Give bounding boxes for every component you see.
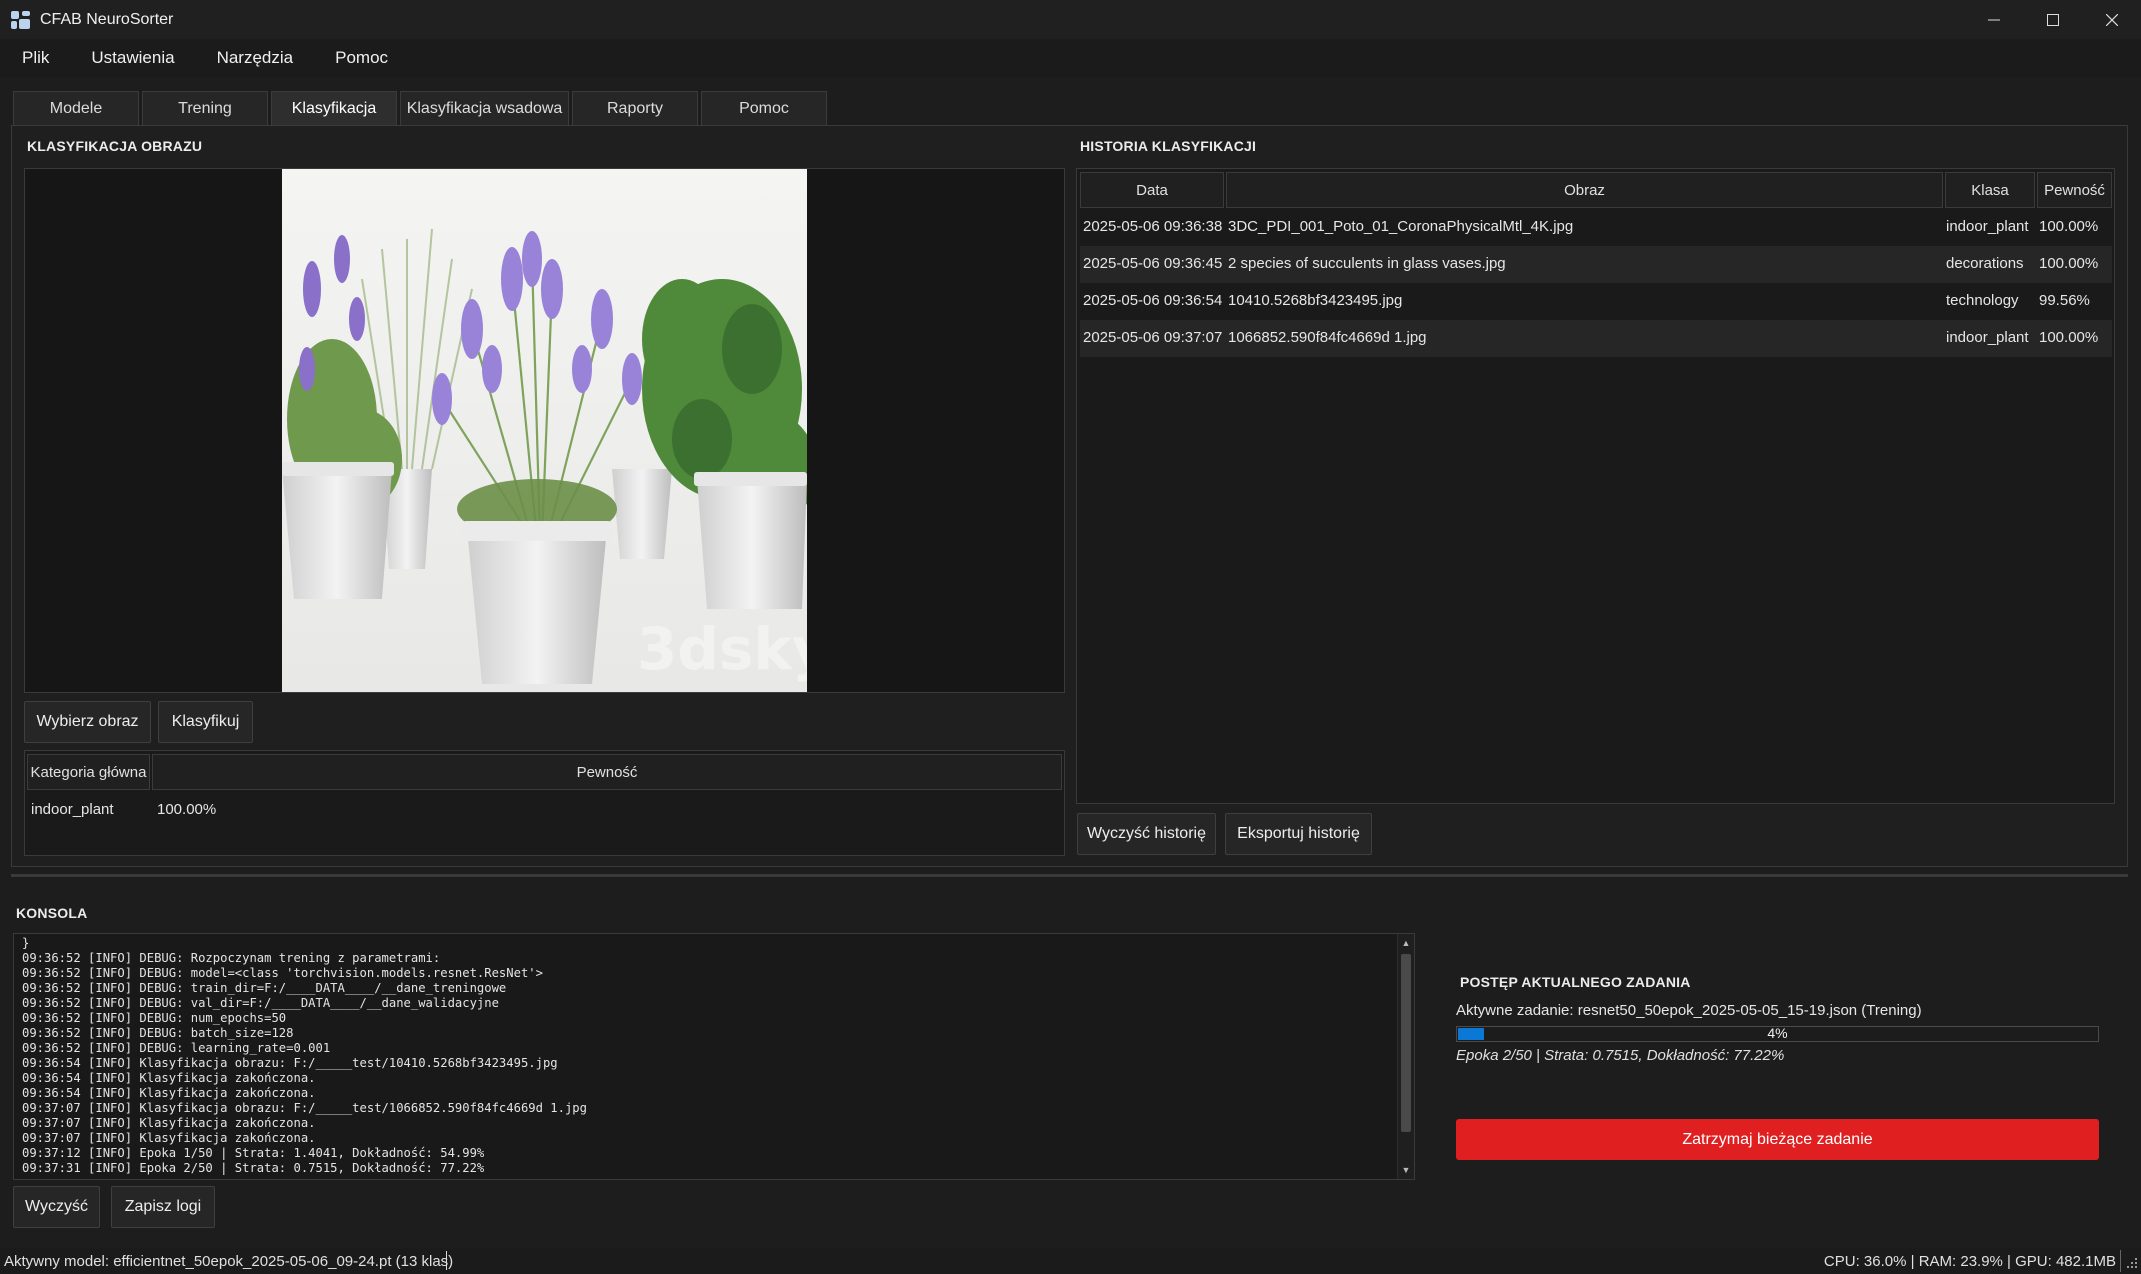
- history-confidence: 100.00%: [2039, 218, 2099, 235]
- active-task-label: Aktywne zadanie: resnet50_50epok_2025-05…: [1456, 1002, 1922, 1019]
- resize-grip-icon[interactable]: [2125, 1256, 2139, 1270]
- tab-help[interactable]: Pomoc: [701, 91, 827, 125]
- app-logo-icon: [10, 9, 32, 31]
- title-bar: CFAB NeuroSorter: [0, 0, 2141, 39]
- task-progress-bar: 4%: [1456, 1025, 2099, 1042]
- history-date: 2025-05-06 09:36:38: [1083, 218, 1223, 235]
- scroll-thumb[interactable]: [1401, 954, 1411, 1132]
- history-row[interactable]: 2025-05-06 09:36:38 3DC_PDI_001_Poto_01_…: [1080, 209, 2112, 246]
- history-image: 3DC_PDI_001_Poto_01_CoronaPhysicalMtl_4K…: [1228, 218, 1574, 235]
- maximize-button[interactable]: [2023, 0, 2082, 39]
- status-divider: [2120, 1250, 2121, 1272]
- tab-batch-classification[interactable]: Klasyfikacja wsadowa: [400, 91, 569, 125]
- maximize-icon: [2046, 13, 2059, 26]
- result-confidence: 100.00%: [157, 801, 217, 818]
- status-cursor: [446, 1251, 447, 1270]
- plant-pots-image: 3dsky: [282, 169, 807, 692]
- history-date: 2025-05-06 09:36:45: [1083, 255, 1223, 272]
- save-logs-button[interactable]: Zapisz logi: [111, 1186, 215, 1228]
- stop-task-button[interactable]: Zatrzymaj bieżące zadanie: [1456, 1119, 2099, 1160]
- history-confidence: 99.56%: [2039, 292, 2090, 309]
- resource-usage-status: CPU: 36.0% | RAM: 23.9% | GPU: 482.1MB: [1823, 1253, 2116, 1270]
- tab-bar: Modele Trening Klasyfikacja Klasyfikacja…: [13, 91, 830, 126]
- result-header-category[interactable]: Kategoria główna: [27, 754, 150, 790]
- result-header-confidence[interactable]: Pewność: [152, 754, 1062, 790]
- history-header-class[interactable]: Klasa: [1945, 172, 2035, 208]
- task-section-title: POSTĘP AKTUALNEGO ZADANIA: [1460, 974, 1691, 990]
- panel-splitter[interactable]: [11, 874, 2128, 877]
- history-class: decorations: [1946, 255, 2024, 272]
- select-image-button[interactable]: Wybierz obraz: [24, 701, 151, 743]
- export-history-button[interactable]: Eksportuj historię: [1225, 813, 1372, 855]
- close-button[interactable]: [2082, 0, 2141, 39]
- classification-result-table: Kategoria główna Pewność indoor_plant 10…: [24, 750, 1065, 856]
- history-class: technology: [1946, 292, 2019, 309]
- history-date: 2025-05-06 09:36:54: [1083, 292, 1223, 309]
- history-row[interactable]: 2025-05-06 09:36:45 2 species of succule…: [1080, 246, 2112, 283]
- console-scrollbar[interactable]: ▲ ▼: [1397, 934, 1414, 1179]
- history-row[interactable]: 2025-05-06 09:37:07 1066852.590f84fc4669…: [1080, 320, 2112, 357]
- epoch-info: Epoka 2/50 | Strata: 0.7515, Dokładność:…: [1456, 1047, 1785, 1064]
- menu-file[interactable]: Plik: [10, 48, 61, 68]
- tab-reports[interactable]: Raporty: [572, 91, 698, 125]
- history-confidence: 100.00%: [2039, 255, 2099, 272]
- console-section-title: KONSOLA: [16, 905, 88, 921]
- history-image: 2 species of succulents in glass vases.j…: [1228, 255, 1506, 272]
- status-bar: Aktywny model: efficientnet_50epok_2025-…: [0, 1248, 2141, 1274]
- classify-button[interactable]: Klasyfikuj: [158, 701, 253, 743]
- history-section-title: HISTORIA KLASYFIKACJI: [1080, 138, 1257, 154]
- history-image: 1066852.590f84fc4669d 1.jpg: [1228, 329, 1427, 346]
- clear-console-button[interactable]: Wyczyść: [13, 1186, 100, 1228]
- history-row[interactable]: 2025-05-06 09:36:54 10410.5268bf3423495.…: [1080, 283, 2112, 320]
- active-model-status: Aktywny model: efficientnet_50epok_2025-…: [4, 1253, 454, 1270]
- history-confidence: 100.00%: [2039, 329, 2099, 346]
- tab-training[interactable]: Trening: [142, 91, 268, 125]
- history-image: 10410.5268bf3423495.jpg: [1228, 292, 1403, 309]
- history-date: 2025-05-06 09:37:07: [1083, 329, 1223, 346]
- close-icon: [2105, 13, 2118, 26]
- history-header-image[interactable]: Obraz: [1226, 172, 1943, 208]
- menu-bar: Plik Ustawienia Narzędzia Pomoc: [0, 39, 2141, 77]
- history-class: indoor_plant: [1946, 218, 2029, 235]
- console-log-text: } 09:36:52 [INFO] DEBUG: Rozpoczynam tren…: [22, 936, 587, 1175]
- history-class: indoor_plant: [1946, 329, 2029, 346]
- watermark-text: 3dsky: [637, 615, 807, 683]
- result-category: indoor_plant: [31, 801, 114, 818]
- window-title: CFAB NeuroSorter: [40, 10, 174, 28]
- clear-history-button[interactable]: Wyczyść historię: [1077, 813, 1216, 855]
- preview-image: 3dsky: [282, 169, 807, 692]
- console-output[interactable]: } 09:36:52 [INFO] DEBUG: Rozpoczynam tren…: [13, 933, 1415, 1180]
- menu-settings[interactable]: Ustawienia: [79, 48, 186, 68]
- tab-classification[interactable]: Klasyfikacja: [271, 91, 397, 125]
- tab-models[interactable]: Modele: [13, 91, 139, 125]
- history-header-confidence[interactable]: Pewność: [2037, 172, 2112, 208]
- minimize-button[interactable]: [1964, 0, 2023, 39]
- history-header-date[interactable]: Data: [1080, 172, 1224, 208]
- progress-percent: 4%: [1767, 1025, 1788, 1041]
- menu-tools[interactable]: Narzędzia: [205, 48, 306, 68]
- scroll-up-icon[interactable]: ▲: [1398, 936, 1414, 950]
- menu-help[interactable]: Pomoc: [323, 48, 400, 68]
- classify-section-title: KLASYFIKACJA OBRAZU: [27, 138, 203, 154]
- scroll-down-icon[interactable]: ▼: [1398, 1163, 1414, 1177]
- minimize-icon: [1987, 19, 2000, 20]
